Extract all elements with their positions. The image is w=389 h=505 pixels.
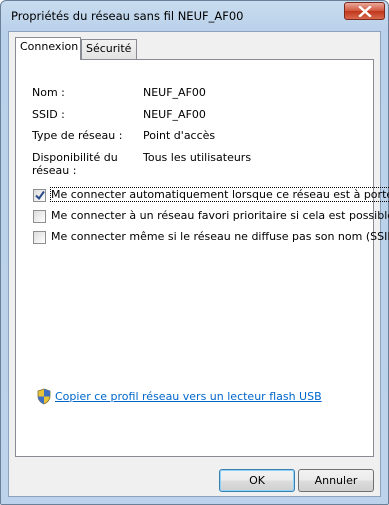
dialog-window: Propriétés du réseau sans fil NEUF_AF00 … (0, 0, 389, 505)
network-type-label: Type de réseau : (32, 129, 123, 142)
ssid-value: NEUF_AF00 (143, 108, 206, 121)
auto-connect-label: Me connecter automatiquement lorsque ce … (50, 187, 389, 202)
auto-connect-box[interactable] (33, 189, 46, 202)
hidden-ssid-box[interactable] (33, 231, 46, 244)
checkmark-icon (35, 190, 45, 201)
ssid-label: SSID : (32, 108, 65, 121)
window-title: Propriétés du réseau sans fil NEUF_AF00 (11, 9, 244, 23)
close-button[interactable] (344, 2, 385, 20)
connexion-panel: Nom : NEUF_AF00 SSID : NEUF_AF00 Type de… (15, 59, 389, 457)
title-bar[interactable]: Propriétés du réseau sans fil NEUF_AF00 (1, 1, 388, 31)
tab-connexion[interactable]: Connexion (15, 37, 81, 60)
preferred-network-label: Me connecter à un réseau favori priorita… (51, 209, 389, 222)
ok-button[interactable]: OK (219, 469, 295, 492)
network-type-value: Point d'accès (143, 129, 216, 142)
name-label: Nom : (32, 86, 65, 99)
tab-securite-label: Sécurité (86, 42, 132, 55)
availability-label: Disponibilité du réseau : (32, 151, 118, 177)
shield-icon (37, 388, 51, 405)
tab-securite[interactable]: Sécurité (81, 39, 137, 59)
cancel-button[interactable]: Annuler (298, 469, 374, 492)
availability-value: Tous les utilisateurs (143, 151, 252, 164)
name-value: NEUF_AF00 (143, 86, 206, 99)
preferred-network-box[interactable] (33, 210, 46, 223)
close-icon (358, 6, 372, 17)
dialog-client: Connexion Sécurité Nom : NEUF_AF00 SSID … (8, 31, 389, 497)
tab-connexion-label: Connexion (20, 40, 79, 53)
hidden-ssid-label: Me connecter même si le réseau ne diffus… (51, 230, 389, 243)
copy-profile-link[interactable]: Copier ce profil réseau vers un lecteur … (55, 390, 322, 403)
